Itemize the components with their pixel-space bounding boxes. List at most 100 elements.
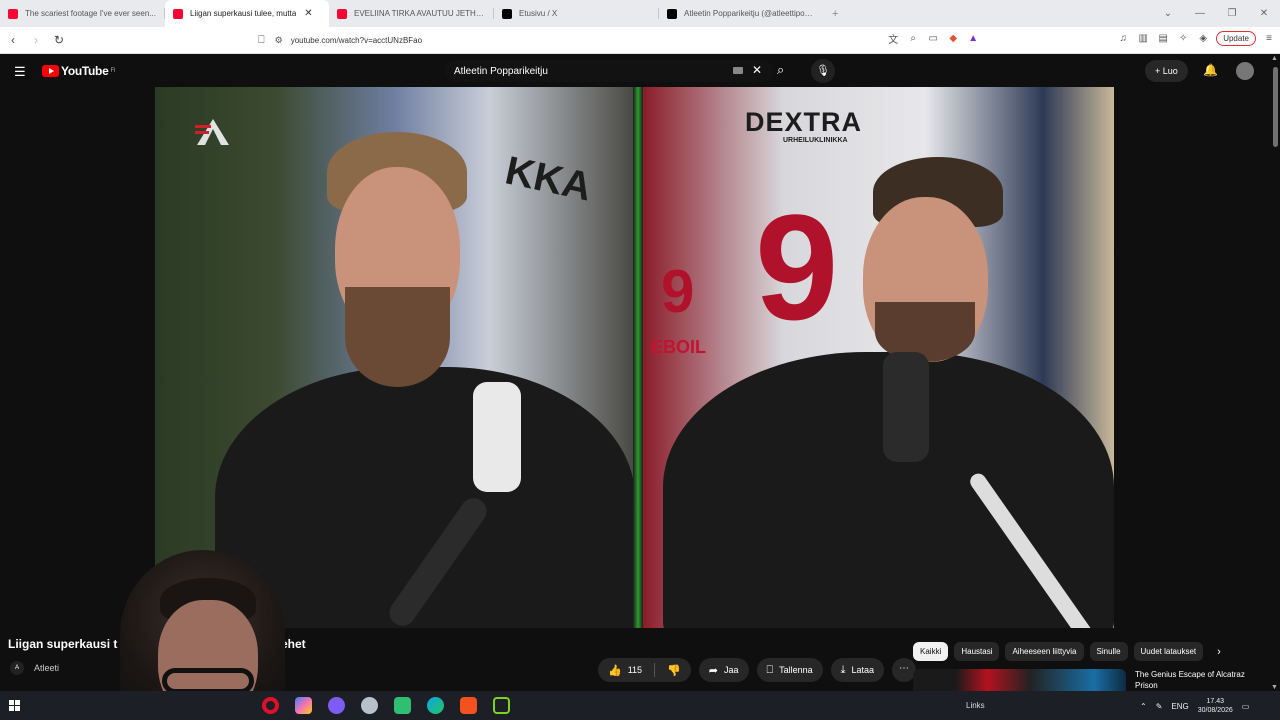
cast-icon[interactable]: ▭ [926,33,940,44]
site-info-icon[interactable]: ⚙ [275,35,283,46]
like-divider [654,663,656,677]
edge-icon[interactable] [427,697,444,714]
menu-icon[interactable]: ≡ [1262,33,1276,44]
zoom-icon[interactable]: ⌕ [906,33,920,44]
recommended-video-title[interactable]: The Genius Escape of Alcatraz Prison [1135,669,1265,691]
windows-start-icon[interactable] [9,700,20,711]
youtube-logo[interactable]: YouTube FI [42,64,115,78]
chat-app-icon[interactable] [328,697,345,714]
channel-name[interactable]: Atleeti [34,663,59,673]
back-icon[interactable]: ‹ [3,33,23,47]
language-indicator[interactable]: ENG [1171,702,1188,711]
restore-icon[interactable]: ❐ [1216,8,1248,19]
like-icon[interactable]: 👍 [608,664,622,677]
windows-taskbar: Links ⌃ ✎ ENG 17.43 30/08/2026 ▭ [0,691,1280,720]
chip-search[interactable]: Haustasi [954,642,1000,661]
tab-title: Etusivu / X [519,9,558,18]
like-count[interactable]: 115 [628,665,642,675]
video-left-pane: KKA [155,87,635,628]
media-player-icon[interactable] [493,697,510,714]
opera-icon[interactable] [262,697,279,714]
chip-all[interactable]: Kaikki [913,642,949,661]
host-left-beard [345,287,450,387]
toolbar-right: 文 ⌕ ▭ ◆ ▲ ♫ ▥ ▤ ✧ ◈ Update ≡ [886,31,1276,46]
bookmark-icon[interactable]: ⎕ [258,34,265,47]
clear-search-icon[interactable]: ✕ [752,63,762,77]
notifications-bell-icon[interactable]: 🔔 [1203,63,1218,77]
close-tab-icon[interactable]: ✕ [304,8,312,19]
scroll-up-icon[interactable]: ▲ [1271,55,1278,62]
update-button[interactable]: Update [1216,31,1256,46]
dislike-icon[interactable]: 👎 [667,664,681,677]
split-divider [633,87,643,628]
tray-overflow-icon[interactable]: ⌃ [1140,702,1147,711]
system-tray: ⌃ ✎ ENG 17.43 30/08/2026 ▭ [1140,697,1249,715]
address-bar: ‹ › ↻ ⎕ ⚙ youtube.com/watch?v=acctUNzBFa… [0,27,1280,54]
hamburger-menu-icon[interactable]: ☰ [14,64,26,80]
brave-shield-icon[interactable]: ◆ [946,33,960,44]
chip-recent-uploads[interactable]: Uudet lataukset [1133,642,1204,661]
wallet-icon[interactable]: ◈ [1196,33,1210,44]
close-window-icon[interactable]: ✕ [1248,8,1280,19]
browser-tab[interactable]: The scariest footage I've ever seen... [0,0,165,27]
jersey-number: 9 [755,183,839,351]
new-tab-button[interactable]: + [824,0,846,27]
search-input[interactable]: Atleetin Popparikeitju ✕ [445,60,773,82]
tab-title: Atleetin Popparikeitju (@atleettipopp... [684,9,816,18]
microphone-left [473,382,521,492]
split-view-icon[interactable]: ▤ [1156,33,1170,44]
translate-icon[interactable]: 文 [886,31,900,46]
scroll-down-icon[interactable]: ▼ [1271,684,1278,691]
page-scrollbar[interactable]: ▲ ▼ [1270,55,1280,691]
youtube-favicon-icon [8,8,18,19]
share-button[interactable]: ➦ Jaa [698,658,749,682]
scrollbar-thumb[interactable] [1273,67,1278,147]
pen-icon[interactable]: ✎ [1156,702,1163,711]
microphone-icon[interactable]: 🎙 [811,59,835,83]
channel-watermark-logo [195,119,229,145]
save-button[interactable]: ⎕ Tallenna [756,658,823,682]
bookmark-save-icon: ⎕ [766,663,774,676]
brave-icon[interactable] [460,697,477,714]
settings-app-icon[interactable] [361,697,378,714]
forward-icon[interactable]: › [26,33,46,47]
account-avatar[interactable] [1236,62,1254,80]
video-player[interactable]: KKA DEXTRA URHEILUKLINIKKA 9 9 EBOIL [155,87,1114,628]
reload-icon[interactable]: ↻ [49,33,69,47]
tab-title: The scariest footage I've ever seen... [25,9,156,18]
x-favicon-icon [502,8,512,19]
jersey-sponsor: EBOIL [651,337,707,357]
channel-avatar[interactable]: A [10,661,24,675]
browser-tab-active[interactable]: Liigan superkausi tulee, mutta ✕ [165,0,329,27]
tab-title: Liigan superkausi tulee, mutta [190,9,297,18]
notifications-icon[interactable]: ▭ [1242,702,1250,711]
share-icon: ➦ [708,664,718,677]
minimize-icon[interactable]: — [1184,8,1216,19]
rewards-icon[interactable]: ▲ [966,33,980,44]
clock[interactable]: 17.43 30/08/2026 [1198,697,1233,715]
media-icon[interactable]: ♫ [1116,33,1130,44]
video-actions: 👍 115 👎 ➦ Jaa ⎕ Tallenna ⤓ Lataa ⋯ [598,658,917,682]
search-query: Atleetin Popparikeitju [454,65,548,77]
chip-for-you[interactable]: Sinulle [1089,642,1128,661]
links-toolbar[interactable]: Links [966,701,985,710]
chip-related[interactable]: Aiheeseen liittyvia [1005,642,1084,661]
extensions-icon[interactable]: ✧ [1176,33,1190,44]
download-button[interactable]: ⤓ Lataa [830,658,885,682]
search-icon[interactable]: ⌕ [777,62,784,78]
window-controls: ⌄ — ❐ ✕ [1152,0,1280,27]
browser-tab[interactable]: EVELIINA TIRKA AVAUTUU JETHRO... [329,0,494,27]
browser-tab[interactable]: Atleetin Popparikeitju (@atleettipopp... [659,0,824,27]
browser-tab[interactable]: Etusivu / X [494,0,659,27]
chevron-right-icon[interactable]: › [1217,646,1221,658]
photos-icon[interactable] [295,697,312,714]
recommended-video-thumbnail[interactable] [913,669,1126,691]
tab-title: EVELIINA TIRKA AVAUTUU JETHRO... [354,9,486,18]
create-button[interactable]: + Luo [1145,60,1188,82]
sidebar-icon[interactable]: ▥ [1136,33,1150,44]
tab-search-icon[interactable]: ⌄ [1152,8,1184,19]
terminal-app-icon[interactable] [394,697,411,714]
url-field[interactable]: ⎕ ⚙ youtube.com/watch?v=acctUNzBFao [252,30,902,51]
download-icon: ⤓ [840,663,846,676]
keyboard-icon[interactable] [733,67,743,74]
